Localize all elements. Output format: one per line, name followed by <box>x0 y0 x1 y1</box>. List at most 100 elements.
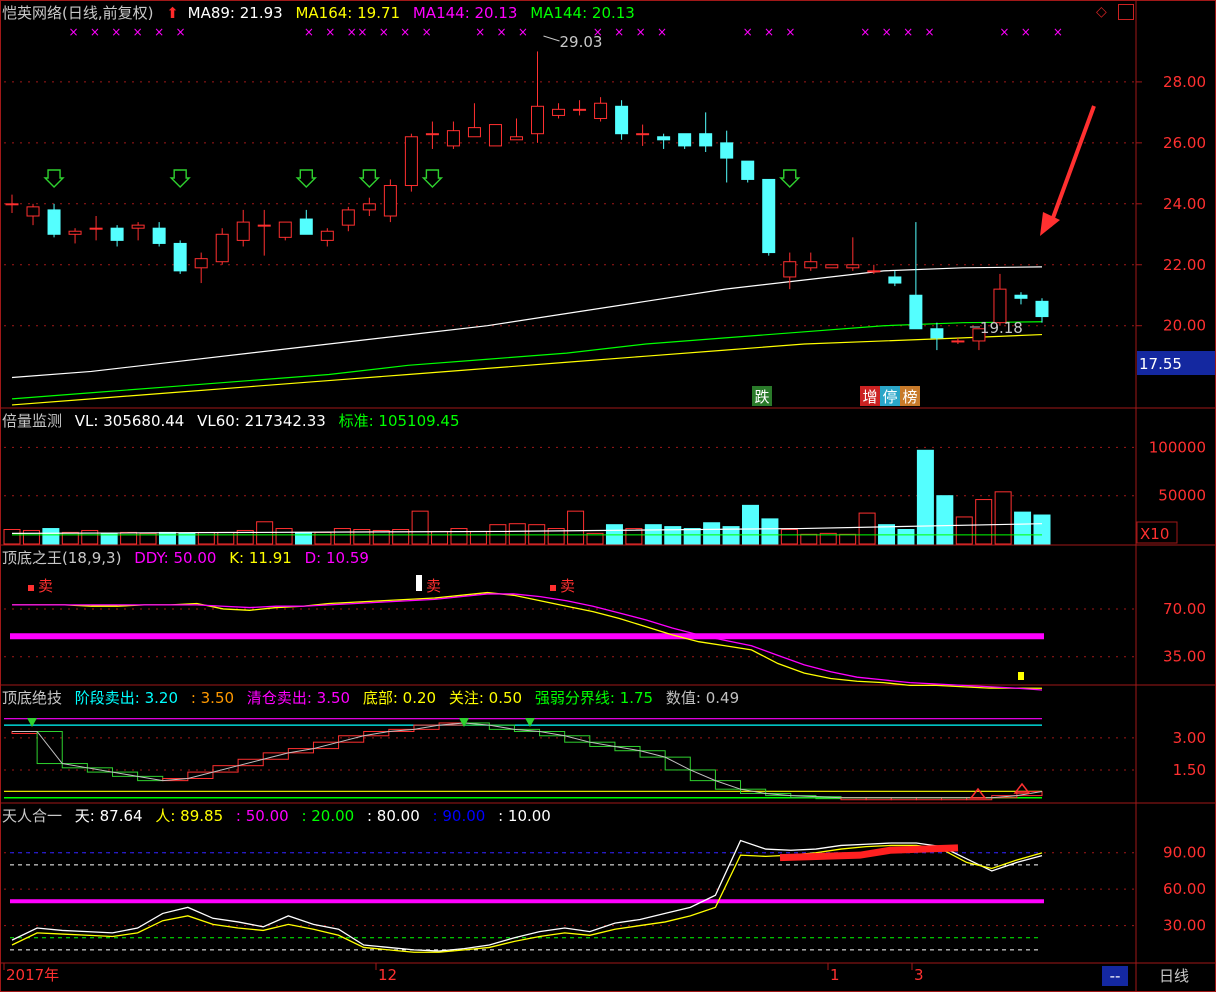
badge-2: 停 <box>882 388 897 406</box>
candle-down <box>720 142 734 159</box>
candle-up <box>552 108 566 116</box>
signal-x-marker: × <box>518 25 528 39</box>
stage-value-line <box>12 722 1043 799</box>
stage-tick-label-0: 3.00 <box>1173 729 1206 747</box>
annotation-arrow-line <box>1048 105 1096 227</box>
scroll-indicator: -- <box>1110 967 1121 985</box>
candle-up <box>825 264 839 269</box>
up-arrow-icon: ⬆ <box>166 4 179 22</box>
candle-up <box>509 136 523 141</box>
signal-x-marker: × <box>614 25 624 39</box>
volume-bar <box>683 528 701 545</box>
signal-x-marker: × <box>154 25 164 39</box>
candle-up <box>341 209 355 226</box>
candle-up <box>467 127 481 138</box>
volume-tick-label-1: 50000 <box>1158 487 1206 505</box>
bottom-label: 底部: 0.20 <box>362 689 437 707</box>
candle-up <box>573 108 587 111</box>
signal-x-marker: × <box>903 25 913 39</box>
volume-unit-label: X10 <box>1140 525 1169 543</box>
kd-tick-label-0: 70.00 <box>1163 600 1206 618</box>
candle-down <box>888 276 902 284</box>
line20-label: : 20.00 <box>301 807 355 825</box>
volume-bar <box>839 533 857 545</box>
sell-signal-label: 卖 <box>560 577 575 595</box>
signal-x-marker: × <box>636 25 646 39</box>
candle-down <box>762 178 776 254</box>
signal-x-marker: × <box>1021 25 1031 39</box>
kd-line-k <box>12 591 1043 689</box>
time-label-3: 3 <box>914 966 924 984</box>
candle-down <box>173 242 187 272</box>
badge-1: 增 <box>862 388 877 406</box>
candle-up <box>257 224 271 227</box>
signal-x-marker: × <box>111 25 121 39</box>
candle-down <box>678 133 692 147</box>
candle-up <box>804 261 818 269</box>
price-tick-label-3: 22.00 <box>1163 256 1206 274</box>
ma-line-ma89 <box>11 266 1043 379</box>
tian-label: 天: 87.64 <box>74 807 143 825</box>
window-box-icon[interactable] <box>1118 4 1134 20</box>
price-tick-label-1: 26.00 <box>1163 134 1206 152</box>
tianren-line-人 <box>11 844 1043 953</box>
volume-bar <box>994 491 1012 545</box>
kd-line-d <box>12 593 1043 691</box>
volume-bar <box>703 522 721 545</box>
candle-down <box>110 227 124 241</box>
down-arrow-icon <box>169 169 191 188</box>
volume-bar <box>1014 511 1032 545</box>
stage-title: 顶底绝技 <box>2 689 63 707</box>
diamond-icon[interactable]: ◇ <box>1096 4 1112 20</box>
signal-x-marker: × <box>400 25 410 39</box>
low-price-marker: 19.18 <box>980 319 1023 337</box>
volume-bar <box>625 528 643 545</box>
high-marker-line <box>543 35 560 42</box>
candle-down <box>657 136 671 141</box>
price-tick-label-4: 20.00 <box>1163 317 1206 335</box>
candle-up <box>215 233 229 263</box>
volume-bar <box>158 531 176 545</box>
tianren-title: 天人合一 <box>2 807 63 825</box>
signal-x-marker: × <box>764 25 774 39</box>
signal-x-marker: × <box>175 25 185 39</box>
stage-panel-header: 顶底绝技 阶段卖出: 3.20 : 3.50 清仓卖出: 3.50 底部: 0.… <box>2 689 747 707</box>
candle-down <box>930 328 944 339</box>
signal-x-marker: × <box>1053 25 1063 39</box>
tianren-tick-label-2: 30.00 <box>1163 917 1206 935</box>
candle-up <box>446 130 460 147</box>
volume-bar <box>42 528 60 545</box>
volume-bar <box>22 529 40 545</box>
volume-bar <box>858 512 876 545</box>
current-price-label: 17.55 <box>1139 355 1182 373</box>
volume-bar <box>916 449 934 545</box>
sell-signal-bar <box>416 575 422 591</box>
volume-bar <box>955 516 973 545</box>
kd-tick-label-1: 35.00 <box>1163 648 1206 666</box>
down-arrow-icon <box>358 169 381 188</box>
down-arrow-icon <box>779 169 801 188</box>
volume-panel-header: 倍量监测 VL: 305680.44 VL60: 217342.33 标准: 1… <box>2 412 468 430</box>
price-panel-header: 恺英网络(日线,前复权) ⬆ MA89: 21.93 MA164: 19.71 … <box>2 4 643 22</box>
sell-signal-label: 卖 <box>38 577 53 595</box>
tianren-tick-label-1: 60.00 <box>1163 880 1206 898</box>
time-label-1: 12 <box>378 966 397 984</box>
candle-up <box>383 185 397 217</box>
volume-bar <box>780 529 798 545</box>
tianren-tick-label-0: 90.00 <box>1163 844 1206 862</box>
value-label: 数值: 0.49 <box>665 689 740 707</box>
volume-bar <box>197 531 215 545</box>
buy-signal-bar <box>1018 672 1024 680</box>
volume-bar <box>61 531 79 545</box>
time-label-0: 2017年 <box>6 966 59 984</box>
candle-down <box>299 218 313 235</box>
vl-label: VL: 305680.44 <box>74 412 185 430</box>
down-arrow-icon <box>295 169 317 188</box>
signal-x-marker: × <box>657 25 667 39</box>
candle-up <box>594 102 608 119</box>
tianren-line-天 <box>11 839 1043 952</box>
stage-tick-label-1: 1.50 <box>1173 761 1206 779</box>
kd-title-text: 顶底之王 <box>2 549 63 567</box>
candle-down <box>699 133 713 147</box>
candle-up <box>951 340 965 343</box>
